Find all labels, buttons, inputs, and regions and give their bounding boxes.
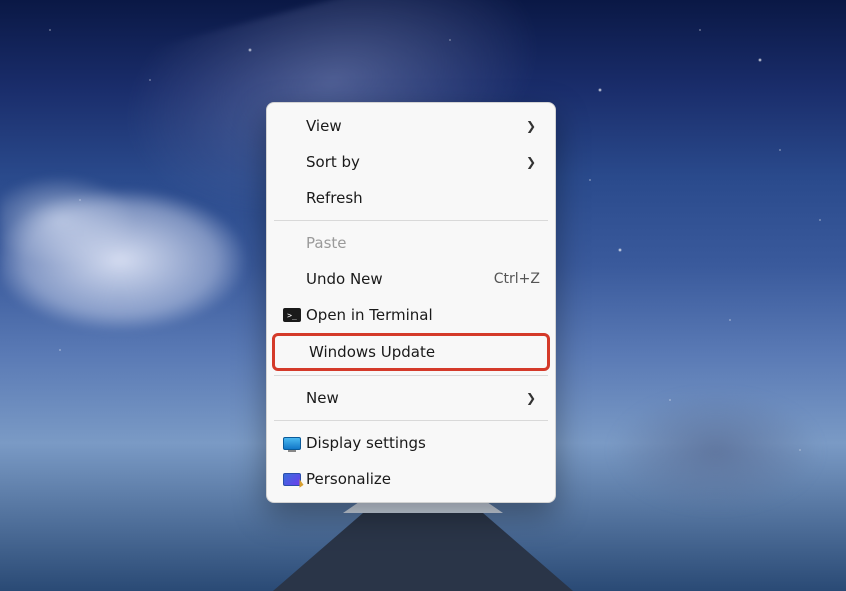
menu-item-new[interactable]: New ❯ <box>272 380 550 416</box>
menu-item-label: View <box>306 117 526 135</box>
personalize-icon <box>278 473 306 486</box>
desktop-wallpaper <box>0 140 280 360</box>
desktop-wallpaper <box>586 351 846 531</box>
menu-item-label: Personalize <box>306 470 540 488</box>
terminal-icon: >_ <box>278 308 306 322</box>
menu-item-shortcut: Ctrl+Z <box>494 271 540 287</box>
menu-item-label: Open in Terminal <box>306 306 540 324</box>
menu-item-label: Undo New <box>306 270 494 288</box>
menu-item-label: Paste <box>306 234 540 252</box>
monitor-icon <box>278 437 306 450</box>
menu-item-sort-by[interactable]: Sort by ❯ <box>272 144 550 180</box>
menu-item-label: Sort by <box>306 153 526 171</box>
menu-item-label: Windows Update <box>309 343 537 361</box>
menu-item-view[interactable]: View ❯ <box>272 108 550 144</box>
chevron-right-icon: ❯ <box>526 155 540 169</box>
menu-item-open-terminal[interactable]: >_ Open in Terminal <box>272 297 550 333</box>
annotation-highlight: Windows Update <box>272 333 550 371</box>
menu-item-label: Refresh <box>306 189 540 207</box>
menu-item-undo-new[interactable]: Undo New Ctrl+Z <box>272 261 550 297</box>
desktop-context-menu: View ❯ Sort by ❯ Refresh Paste Undo New … <box>266 102 556 503</box>
menu-item-display-settings[interactable]: Display settings <box>272 425 550 461</box>
chevron-right-icon: ❯ <box>526 391 540 405</box>
menu-item-label: New <box>306 389 526 407</box>
menu-separator <box>274 220 548 221</box>
menu-item-refresh[interactable]: Refresh <box>272 180 550 216</box>
menu-separator <box>274 375 548 376</box>
menu-separator <box>274 420 548 421</box>
menu-item-label: Display settings <box>306 434 540 452</box>
menu-item-paste: Paste <box>272 225 550 261</box>
chevron-right-icon: ❯ <box>526 119 540 133</box>
menu-item-windows-update[interactable]: Windows Update <box>275 336 547 368</box>
menu-item-personalize[interactable]: Personalize <box>272 461 550 497</box>
